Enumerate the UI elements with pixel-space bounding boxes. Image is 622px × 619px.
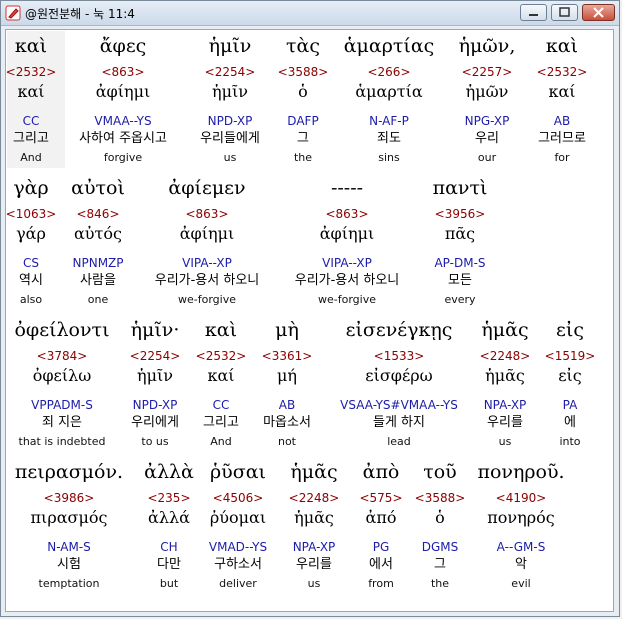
greek-word: ἀφίεμεν <box>168 177 246 199</box>
greek-word: παντὶ <box>432 177 488 199</box>
parse-code: VIPA--XP <box>322 256 372 270</box>
app-pen-icon <box>5 5 21 21</box>
strong-number[interactable]: <4190> <box>461 491 581 505</box>
korean-gloss: 악 <box>515 557 527 572</box>
english-gloss: every <box>444 293 476 306</box>
strong-number[interactable]: <1519> <box>510 349 613 363</box>
greek-word: αὐτοὶ <box>71 177 125 199</box>
korean-gloss: 우리가-용서 하오니 <box>294 273 400 288</box>
strong-number[interactable]: <3956> <box>400 207 520 221</box>
greek-word: πονηροῦ. <box>477 461 565 483</box>
lemma: εἰσφέρω <box>365 366 433 385</box>
greek-word: ----- <box>330 177 364 199</box>
minimize-button[interactable] <box>520 4 547 21</box>
strong-number[interactable]: <863> <box>63 65 183 79</box>
interlinear-panel[interactable]: καὶ <2532> καί CC 그리고 And ἄφες <863> ἀφί… <box>5 29 614 612</box>
lemma: πᾶς <box>444 224 476 243</box>
parse-code: AB <box>553 114 571 128</box>
lemma: πονηρός <box>487 508 555 527</box>
korean-gloss: 사람을 <box>80 273 116 288</box>
lemma: ἀφίημι <box>319 224 375 243</box>
verse-line-3: ὀφείλοντι <3784> ὀφείλω VPPADM-S 죄 지은 th… <box>6 318 613 458</box>
strong-number[interactable]: <846> <box>38 207 158 221</box>
parse-code: VIPA--XP <box>182 256 232 270</box>
english-gloss: we-forgive <box>318 293 376 306</box>
maximize-icon <box>559 7 570 17</box>
app-window: @원전분해 - 눅 11:4 καὶ <2532> καί CC 그리고 And… <box>0 0 620 617</box>
close-icon <box>593 7 604 18</box>
english-gloss: one <box>87 293 109 306</box>
greek-word: εἰς <box>556 319 584 341</box>
english-gloss: into <box>559 435 581 448</box>
strong-number[interactable]: <3361> <box>227 349 347 363</box>
window-title: @원전분해 - 눅 11:4 <box>25 7 135 21</box>
korean-gloss: 마옵소서 <box>263 415 311 430</box>
lemma: εἰς <box>558 366 582 385</box>
greek-word: μὴ <box>275 319 299 341</box>
parse-code: VSAA-YS#VMAA--YS <box>340 398 458 412</box>
maximize-button[interactable] <box>551 4 578 21</box>
parse-code: AP-DM-S <box>434 256 486 270</box>
korean-gloss: 모든 <box>448 273 472 288</box>
lemma: ἀφίημι <box>179 224 235 243</box>
verse-line-2: γὰρ <1063> γάρ CS 역시 also αὐτοὶ <846> αὐ… <box>6 176 613 316</box>
parse-code: NPNMZP <box>72 256 124 270</box>
title-bar[interactable]: @원전분해 - 눅 11:4 <box>1 1 619 26</box>
close-button[interactable] <box>582 4 615 21</box>
strong-number[interactable]: <2532> <box>502 65 613 79</box>
lemma: αὐτός <box>74 224 122 243</box>
korean-gloss: 사하여 주옵시고 <box>79 131 167 146</box>
parse-code: VMAA--YS <box>94 114 152 128</box>
korean-gloss: 그러므로 <box>538 131 586 146</box>
verse-line-1: καὶ <2532> καί CC 그리고 And ἄφες <863> ἀφί… <box>6 34 613 174</box>
greek-word: εἰσενέγκῃς <box>345 319 453 341</box>
greek-word: ἄφες <box>99 35 147 57</box>
english-gloss: we-forgive <box>178 293 236 306</box>
strong-number[interactable]: <1533> <box>339 349 459 363</box>
korean-gloss: 들게 하지 <box>373 415 425 430</box>
minimize-icon <box>529 14 538 16</box>
parse-code: A--GM-S <box>496 540 546 554</box>
lemma: καί <box>548 82 576 101</box>
parse-code: PA <box>562 398 578 412</box>
strong-number[interactable]: <863> <box>287 207 407 221</box>
korean-gloss: 에 <box>564 415 576 430</box>
english-gloss: lead <box>387 435 411 448</box>
english-gloss: forgive <box>103 151 143 164</box>
korean-gloss: 우리가-용서 하오니 <box>154 273 260 288</box>
greek-word: καὶ <box>545 35 579 57</box>
verse-line-4: πειρασμόν. <3986> πιρασμός N-AM-S 시험 tem… <box>6 460 613 600</box>
lemma: μή <box>277 366 297 385</box>
english-gloss: for <box>554 151 570 164</box>
english-gloss: not <box>277 435 296 448</box>
parse-code: AB <box>278 398 296 412</box>
english-gloss: evil <box>511 577 531 590</box>
strong-number[interactable]: <863> <box>147 207 267 221</box>
lemma: ἀφίημι <box>95 82 151 101</box>
